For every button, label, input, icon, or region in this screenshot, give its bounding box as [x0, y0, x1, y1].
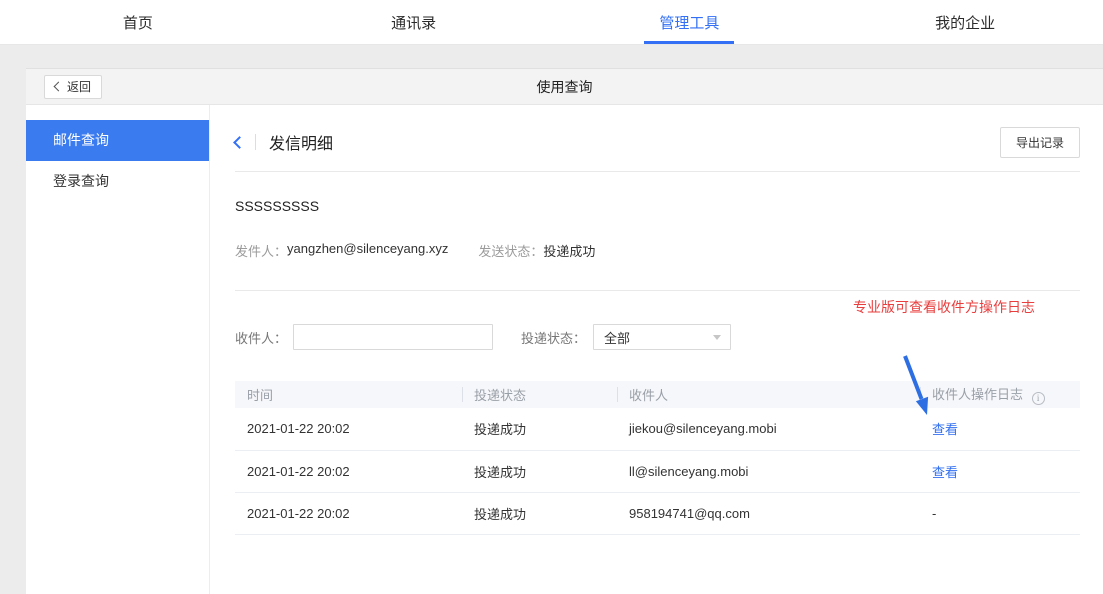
cell-status: 投递成功 — [462, 408, 617, 450]
nav-item-my-company[interactable]: 我的企业 — [827, 0, 1103, 44]
view-log-link[interactable]: 查看 — [932, 465, 958, 480]
chevron-left-icon — [54, 82, 64, 92]
detail-title: 发信明细 — [269, 130, 333, 154]
export-records-button[interactable]: 导出记录 — [1000, 127, 1080, 158]
delivery-status-selected-value: 全部 — [604, 328, 630, 347]
table-header-row: 时间 投递状态 收件人 收件人操作日志 i — [235, 381, 1080, 408]
table-row: 2021-01-22 20:02 投递成功 958194741@qq.com - — [235, 492, 1080, 534]
table-row: 2021-01-22 20:02 投递成功 ll@silenceyang.mob… — [235, 450, 1080, 492]
top-nav: 首页 通讯录 管理工具 我的企业 — [0, 0, 1103, 45]
back-chevron-icon[interactable] — [233, 136, 246, 149]
delivery-status-select[interactable]: 全部 — [593, 324, 731, 350]
cell-recipient: ll@silenceyang.mobi — [617, 450, 920, 492]
column-header-recipient: 收件人 — [617, 381, 920, 408]
sender-label: 发件人： — [235, 241, 287, 260]
back-button-label: 返回 — [67, 78, 91, 95]
divider — [255, 134, 256, 150]
log-empty-value: - — [932, 506, 936, 521]
delivery-status-filter-label: 投递状态： — [521, 328, 586, 347]
info-icon[interactable]: i — [1032, 392, 1045, 405]
column-header-delivery-status: 投递状态 — [462, 381, 617, 408]
view-log-link[interactable]: 查看 — [932, 422, 958, 437]
chevron-down-icon — [713, 335, 721, 340]
send-status-value: 投递成功 — [543, 241, 595, 260]
cell-status: 投递成功 — [462, 492, 617, 534]
send-status-label: 发送状态： — [478, 241, 543, 260]
column-header-recipient-log: 收件人操作日志 i — [920, 381, 1080, 408]
content-shell: 使用查询 返回 邮件查询 登录查询 发信明细 导出记录 SSSSSSSSS 发件… — [26, 68, 1103, 594]
column-header-recipient-log-label: 收件人操作日志 — [932, 387, 1023, 402]
cell-status: 投递成功 — [462, 450, 617, 492]
send-records-table: 时间 投递状态 收件人 收件人操作日志 i 2021-01-22 20:02 投… — [235, 381, 1080, 535]
sidebar: 邮件查询 登录查询 — [26, 105, 210, 594]
mail-subject: SSSSSSSSS — [235, 198, 1080, 214]
column-header-time: 时间 — [235, 381, 462, 408]
main-panel: 发信明细 导出记录 SSSSSSSSS 发件人： yangzhen@silenc… — [210, 105, 1103, 594]
nav-item-admin-tools[interactable]: 管理工具 — [552, 0, 828, 44]
cell-time: 2021-01-22 20:02 — [235, 408, 462, 450]
cell-time: 2021-01-22 20:02 — [235, 450, 462, 492]
page-title: 使用查询 — [26, 77, 1103, 97]
pro-version-annotation: 专业版可查看收件方操作日志 — [235, 297, 1080, 313]
sidebar-item-mail-query[interactable]: 邮件查询 — [26, 120, 209, 161]
sidebar-item-login-query[interactable]: 登录查询 — [26, 161, 209, 202]
nav-item-contacts[interactable]: 通讯录 — [276, 0, 552, 44]
filter-row: 收件人： 投递状态： 全部 — [235, 324, 1080, 350]
nav-item-home[interactable]: 首页 — [0, 0, 276, 44]
subheader-bar: 使用查询 返回 — [26, 68, 1103, 105]
mail-meta: 发件人： yangzhen@silenceyang.xyz 发送状态： 投递成功 — [235, 241, 1080, 260]
divider — [235, 290, 1080, 291]
back-button[interactable]: 返回 — [44, 75, 102, 99]
sender-value: yangzhen@silenceyang.xyz — [287, 241, 448, 260]
detail-header: 发信明细 导出记录 — [235, 127, 1080, 157]
recipient-filter-input[interactable] — [293, 324, 493, 350]
divider — [235, 171, 1080, 172]
table-row: 2021-01-22 20:02 投递成功 jiekou@silenceyang… — [235, 408, 1080, 450]
recipient-filter-label: 收件人： — [235, 328, 287, 347]
body-row: 邮件查询 登录查询 发信明细 导出记录 SSSSSSSSS 发件人： yangz… — [26, 105, 1103, 594]
cell-recipient: 958194741@qq.com — [617, 492, 920, 534]
cell-recipient: jiekou@silenceyang.mobi — [617, 408, 920, 450]
cell-time: 2021-01-22 20:02 — [235, 492, 462, 534]
